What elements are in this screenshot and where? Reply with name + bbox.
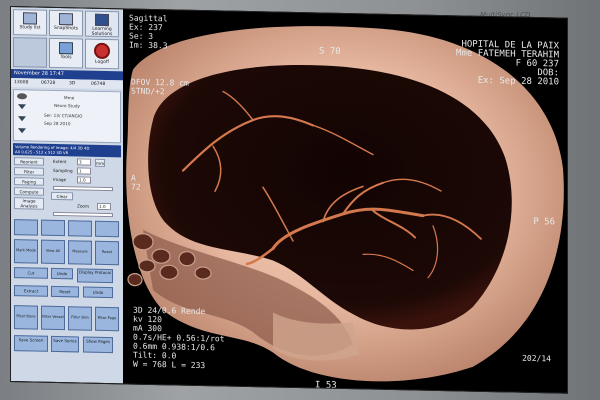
reset-secondary-button[interactable]: Reset	[51, 285, 79, 298]
undo-button[interactable]: Undo	[51, 267, 73, 280]
extract-button[interactable]: Extract	[14, 285, 48, 297]
series-desc: Ser: 13/ CT/ANGIO	[44, 112, 83, 119]
sampling-field[interactable]: 1	[77, 167, 91, 175]
reset-button[interactable]: Reset	[95, 240, 119, 266]
eye-icon[interactable]	[17, 93, 27, 100]
anterior-marker: A 72	[131, 174, 141, 192]
image-field[interactable]: 1.0	[77, 176, 91, 184]
view-all-button[interactable]: View All	[41, 239, 65, 265]
zoom-tool[interactable]	[68, 220, 92, 237]
acquisition-info: 3D 24/0.6 Rende kv 120 mA 300 0.7s/HE+ 0…	[133, 306, 225, 371]
arrow-down-icon[interactable]	[18, 104, 26, 110]
reorient-button[interactable]: Reorient	[14, 157, 44, 166]
series-number: 13008	[14, 80, 29, 86]
series-row: 13008 06728 3D 06748	[11, 78, 123, 90]
redo-button[interactable]: Undo	[83, 286, 113, 299]
image-analysis-button[interactable]: Image Analysis	[14, 197, 44, 210]
orientation-info: Sagittal Ex: 237 Se: 3 Im: 38.3	[129, 13, 168, 50]
monitor-screen: Study list SnapShots Learning Solutions …	[10, 6, 568, 394]
study-list-icon	[23, 12, 37, 25]
filter-page-button[interactable]: Filter Page	[95, 306, 119, 332]
photo-scene: MultiSync LCD Study list SnapShots Learn…	[0, 0, 600, 400]
save-screen-button[interactable]: Save Screen	[14, 335, 48, 352]
render-description-line2: AX 0.625 - 512 x 512 3D VR	[15, 149, 69, 156]
patient-title: Mme	[64, 95, 75, 101]
render-description: Volume Rendering of Image: 4/4 3D 4D AX …	[13, 143, 121, 158]
show-pages-button[interactable]: Show Pages	[83, 336, 113, 354]
tools-label: Tools	[60, 55, 72, 61]
fov-info: DFOV 12.8 cm STND/+2	[131, 78, 189, 97]
cut-button[interactable]: Cut	[14, 267, 48, 279]
study-desc: Neuro Study	[54, 102, 80, 109]
mark-mode-button[interactable]: Mark Mode	[14, 239, 38, 264]
series-value: 06748	[91, 81, 106, 87]
sampling-label: Sampling	[53, 167, 73, 174]
image-label: Image	[53, 176, 67, 183]
learning-solutions-button[interactable]: Learning Solutions	[85, 10, 119, 38]
anterior-letter: A	[131, 173, 136, 183]
patient-info: HOPITAL DE LA PAIX Mme FATEMEH TERAHIM F…	[456, 39, 559, 87]
study-date: Sep 28 2010	[44, 120, 71, 127]
save-series-button[interactable]: Save Series	[51, 335, 79, 353]
volume-render-viewport[interactable]: Sagittal Ex: 237 Se: 3 Im: 38.3 DFOV 12.…	[123, 9, 568, 393]
filter-skin-button[interactable]: Filter Skin	[68, 306, 92, 331]
clear-button[interactable]: Clear	[51, 191, 73, 201]
measure-button[interactable]: Measure	[68, 240, 92, 265]
series-id: 06728	[41, 80, 56, 86]
snapshots-label: SnapShots	[54, 25, 78, 32]
control-panel: Study list SnapShots Learning Solutions …	[11, 7, 123, 384]
filter-cropping-button[interactable]: Filter Cropping	[14, 167, 44, 182]
rotate-tool[interactable]	[14, 219, 38, 236]
kernel-value: STND/+2	[131, 86, 165, 97]
window-level-tool[interactable]	[95, 220, 119, 238]
image-slider[interactable]	[53, 185, 113, 192]
logoff-label: Logoff	[95, 59, 109, 66]
zoom-field[interactable]: 1.0	[97, 202, 111, 211]
series-type: 3D	[69, 81, 76, 87]
study-list-button[interactable]: Study list	[13, 9, 47, 36]
superior-marker: S 70	[319, 46, 341, 57]
paging-button[interactable]: Paging	[14, 177, 44, 186]
extent-field[interactable]: 3	[77, 158, 91, 166]
filter-bone-button[interactable]: Filter Bone	[14, 305, 38, 330]
display-protocol-button[interactable]: Display Protocol	[77, 268, 113, 284]
study-list-label: Study list	[19, 25, 41, 31]
page-counter: 202/14	[522, 353, 551, 364]
learning-label: Learning Solutions	[91, 26, 113, 38]
anterior-number: 72	[131, 182, 141, 192]
window-level-info: W = 768 L = 233	[133, 359, 206, 371]
camera-icon	[59, 13, 73, 26]
study-info-box: Mme Neuro Study Ser: 13/ CT/ANGIO Sep 28…	[13, 89, 121, 144]
logoff-button[interactable]: Logoff	[85, 38, 119, 70]
filter-vessel-button[interactable]: Filter Vessel	[41, 305, 65, 331]
zoom-label: Zoom	[77, 203, 90, 209]
power-icon	[94, 42, 110, 60]
tools-button[interactable]: Tools	[49, 37, 83, 69]
tools-icon	[59, 42, 73, 55]
mm-button[interactable]: mm	[95, 158, 105, 167]
pan-tool[interactable]	[41, 219, 65, 237]
toolbar-blank	[13, 37, 47, 68]
learning-icon	[95, 13, 109, 27]
posterior-marker: P 56	[533, 216, 555, 228]
compute-button[interactable]: Compute	[14, 187, 44, 196]
arrow-down-icon[interactable]	[18, 128, 26, 134]
image-number: Im: 38.3	[129, 40, 168, 51]
snapshots-button[interactable]: SnapShots	[49, 9, 83, 37]
arrow-down-icon[interactable]	[18, 116, 26, 122]
extent-label: Extent	[53, 158, 67, 165]
zoom-slider[interactable]	[53, 211, 113, 218]
